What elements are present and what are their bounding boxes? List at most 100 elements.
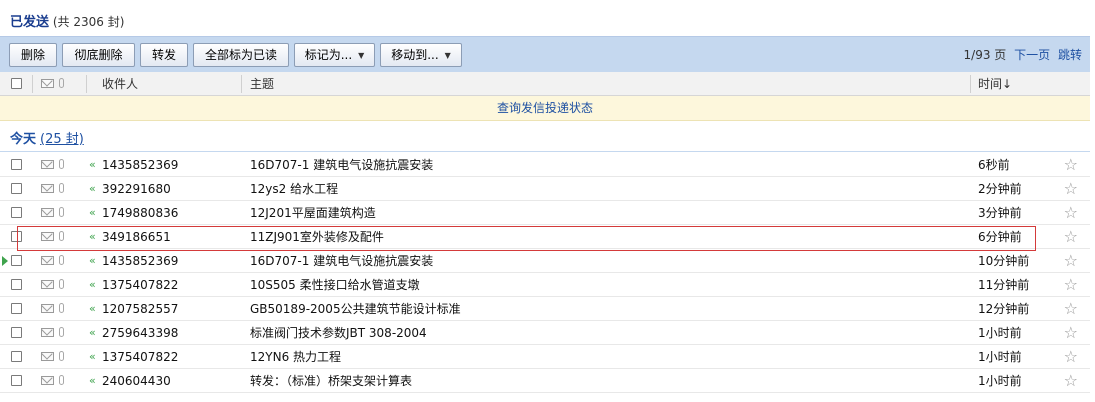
time: 11分钟前: [978, 278, 1030, 292]
star-icon[interactable]: ☆: [1064, 321, 1078, 345]
reply-arrow-icon: «: [89, 158, 96, 171]
time: 1小时前: [978, 326, 1022, 340]
recipient: 1375407822: [102, 350, 179, 364]
move-to-dropdown[interactable]: 移动到... ▼: [380, 43, 462, 67]
folder-name: 已发送: [10, 15, 50, 30]
time: 3分钟前: [978, 206, 1022, 220]
subject[interactable]: 12ys2 给水工程: [250, 177, 338, 201]
reply-arrow-icon: «: [89, 206, 96, 219]
pager: 1/93 页 下一页 跳转: [964, 37, 1082, 73]
row-checkbox[interactable]: [11, 207, 22, 218]
star-icon[interactable]: ☆: [1064, 273, 1078, 297]
column-divider: [241, 75, 242, 93]
star-icon[interactable]: ☆: [1064, 345, 1078, 369]
recipient: 2759643398: [102, 326, 179, 340]
next-page-link[interactable]: 下一页: [1014, 48, 1050, 62]
time: 12分钟前: [978, 302, 1030, 316]
time-column-header[interactable]: 时间↓: [978, 72, 1012, 96]
paperclip-icon: [59, 78, 64, 88]
recipient: 1375407822: [102, 278, 179, 292]
time: 2分钟前: [978, 182, 1022, 196]
star-icon[interactable]: ☆: [1064, 201, 1078, 225]
delivery-status-link[interactable]: 查询发信投递状态: [0, 96, 1090, 121]
time: 1小时前: [978, 350, 1022, 364]
row-checkbox[interactable]: [11, 255, 22, 266]
mark-as-label: 标记为...: [304, 48, 353, 62]
highlight-box: [17, 226, 1036, 251]
row-checkbox[interactable]: [11, 183, 22, 194]
recipient: 1749880836: [102, 206, 179, 220]
group-count-link[interactable]: (25 封): [40, 132, 84, 147]
folder-count: (共 2306 封): [52, 15, 125, 29]
paperclip-icon: [59, 255, 64, 265]
reply-arrow-icon: «: [89, 350, 96, 363]
table-row[interactable]: « 1749880836 12J201平屋面建筑构造 3分钟前 ☆: [0, 201, 1090, 225]
table-row[interactable]: « 392291680 12ys2 给水工程 2分钟前 ☆: [0, 177, 1090, 201]
subject-column-header[interactable]: 主题: [250, 72, 274, 96]
row-checkbox[interactable]: [11, 159, 22, 170]
paperclip-icon: [59, 159, 64, 169]
folder-title: 已发送 (共 2306 封): [10, 12, 124, 32]
envelope-icon: [41, 256, 54, 265]
reply-arrow-icon: «: [89, 326, 96, 339]
table-row[interactable]: « 1435852369 16D707-1 建筑电气设施抗震安装 6秒前 ☆: [0, 153, 1090, 177]
star-icon[interactable]: ☆: [1064, 153, 1078, 177]
envelope-icon: [41, 160, 54, 169]
envelope-icon: [41, 352, 54, 361]
column-divider: [32, 75, 33, 93]
group-header-today: 今天 (25 封): [10, 130, 84, 150]
time: 1小时前: [978, 374, 1022, 388]
chevron-down-icon: ▼: [444, 50, 451, 60]
recipient: 240604430: [102, 374, 171, 388]
table-row[interactable]: « 1207582557 GB50189-2005公共建筑节能设计标准 12分钟…: [0, 297, 1090, 321]
reply-arrow-icon: «: [89, 374, 96, 387]
mark-as-dropdown[interactable]: 标记为... ▼: [294, 43, 375, 67]
star-icon[interactable]: ☆: [1064, 249, 1078, 273]
subject[interactable]: GB50189-2005公共建筑节能设计标准: [250, 297, 461, 321]
paperclip-icon: [59, 327, 64, 337]
envelope-icon: [41, 328, 54, 337]
row-checkbox[interactable]: [11, 375, 22, 386]
recipient: 1207582557: [102, 302, 179, 316]
reply-arrow-icon: «: [89, 302, 96, 315]
star-icon[interactable]: ☆: [1064, 369, 1078, 393]
paperclip-icon: [59, 303, 64, 313]
delete-forever-button[interactable]: 彻底删除: [62, 43, 135, 67]
recipient-column-header[interactable]: 收件人: [102, 72, 138, 96]
row-checkbox[interactable]: [11, 303, 22, 314]
envelope-icon: [41, 376, 54, 385]
star-icon[interactable]: ☆: [1064, 225, 1078, 249]
star-icon[interactable]: ☆: [1064, 297, 1078, 321]
subject[interactable]: 标准阀门技术参数JBT 308-2004: [250, 321, 427, 345]
paperclip-icon: [59, 351, 64, 361]
subject[interactable]: 16D707-1 建筑电气设施抗震安装: [250, 153, 433, 177]
forward-button[interactable]: 转发: [140, 43, 188, 67]
table-row[interactable]: « 1375407822 10S505 柔性接口给水管道支墩 11分钟前 ☆: [0, 273, 1090, 297]
envelope-icon: [41, 304, 54, 313]
move-to-label: 移动到...: [391, 48, 439, 62]
envelope-icon: [41, 79, 54, 88]
subject[interactable]: 12J201平屋面建筑构造: [250, 201, 376, 225]
table-row[interactable]: « 1375407822 12YN6 热力工程 1小时前 ☆: [0, 345, 1090, 369]
delete-button[interactable]: 删除: [9, 43, 57, 67]
jump-link[interactable]: 跳转: [1058, 48, 1082, 62]
select-all-checkbox[interactable]: [11, 78, 22, 89]
table-row[interactable]: « 2759643398 标准阀门技术参数JBT 308-2004 1小时前 ☆: [0, 321, 1090, 345]
star-icon[interactable]: ☆: [1064, 177, 1078, 201]
subject[interactable]: 16D707-1 建筑电气设施抗震安装: [250, 249, 433, 273]
column-divider: [970, 75, 971, 93]
subject[interactable]: 12YN6 热力工程: [250, 345, 341, 369]
row-checkbox[interactable]: [11, 351, 22, 362]
subject[interactable]: 转发：（标准）桥架支架计算表: [250, 369, 412, 393]
row-checkbox[interactable]: [11, 327, 22, 338]
table-row[interactable]: « 240604430 转发：（标准）桥架支架计算表 1小时前 ☆: [0, 369, 1090, 393]
chevron-down-icon: ▼: [358, 50, 365, 60]
column-header: 收件人 主题 时间↓: [0, 72, 1090, 96]
recipient: 1435852369: [102, 158, 179, 172]
table-row[interactable]: « 1435852369 16D707-1 建筑电气设施抗震安装 10分钟前 ☆: [0, 249, 1090, 273]
mark-all-read-button[interactable]: 全部标为已读: [193, 43, 289, 67]
subject[interactable]: 10S505 柔性接口给水管道支墩: [250, 273, 420, 297]
row-checkbox[interactable]: [11, 279, 22, 290]
group-label: 今天: [10, 132, 37, 147]
paperclip-icon: [59, 207, 64, 217]
